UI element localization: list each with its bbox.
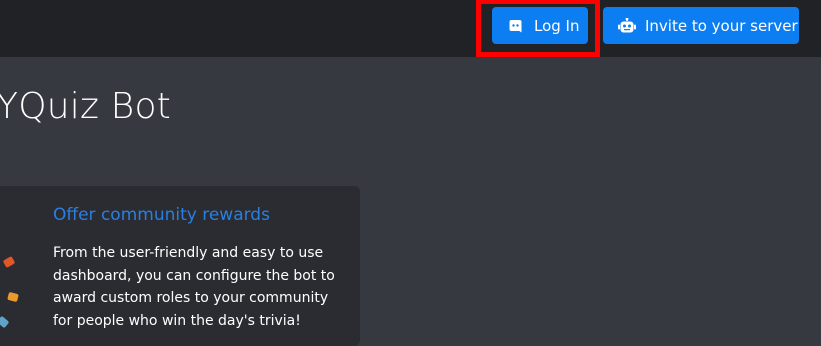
feature-card-text: From the user-friendly and easy to use d… xyxy=(53,245,335,329)
invite-button[interactable]: Invite to your server xyxy=(603,7,799,44)
feature-card-title: Offer community rewards xyxy=(53,205,270,225)
page-title: YQuiz Bot xyxy=(0,86,171,127)
login-label: Log In xyxy=(534,16,580,35)
robot-icon xyxy=(618,17,636,34)
login-button[interactable]: Log In xyxy=(492,7,588,44)
invite-label: Invite to your server xyxy=(645,16,798,35)
discord-icon xyxy=(508,19,524,33)
